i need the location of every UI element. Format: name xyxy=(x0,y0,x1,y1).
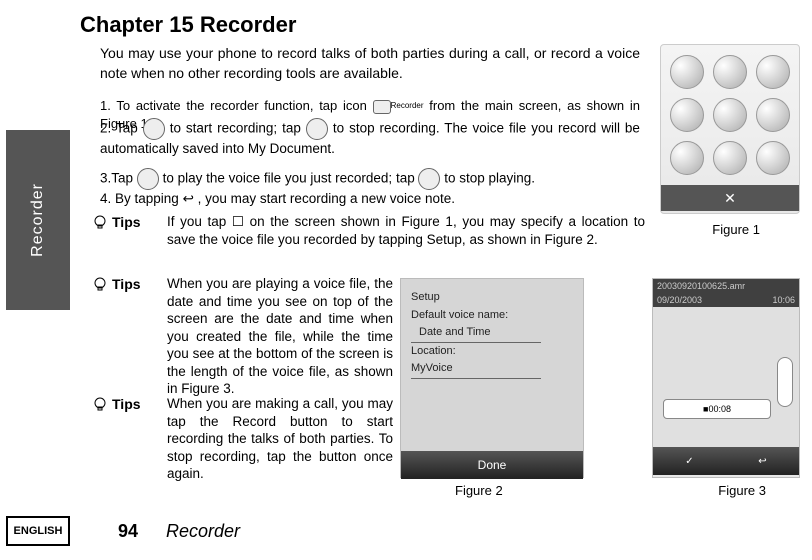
play-icon xyxy=(137,168,159,190)
figure-3-elapsed: ■ 00:08 xyxy=(663,399,771,419)
footer-section-title: Recorder xyxy=(166,521,240,542)
step2-text-b: to start recording; tap xyxy=(170,121,301,136)
tips-label-1: Tips xyxy=(92,213,167,230)
tips-label-3: Tips xyxy=(92,395,167,412)
step3-text-a: 3.Tap xyxy=(100,171,133,186)
location-label: Location: xyxy=(411,343,573,361)
app-icon xyxy=(756,55,790,89)
tips-2: Tips When you are playing a voice file, … xyxy=(92,275,393,398)
date-time-value: Date and Time xyxy=(411,324,541,343)
figure-3: 20030920100625.amr 09/20/2003 10:06 ■ 00… xyxy=(652,278,800,478)
app-icon xyxy=(670,98,704,132)
figure-1-caption: Figure 1 xyxy=(712,222,760,237)
app-icon xyxy=(756,98,790,132)
tips-word-1: Tips xyxy=(112,214,141,230)
step1-text-a: 1. To activate the recorder function, ta… xyxy=(100,98,367,113)
step3-text-c: to stop playing. xyxy=(444,171,535,186)
chapter-title: Chapter 15 Recorder xyxy=(80,12,296,38)
tips-word-2: Tips xyxy=(112,276,141,292)
check-icon[interactable]: ✓ xyxy=(685,456,693,467)
step-2: 2. Tap to start recording; tap to stop r… xyxy=(100,118,640,158)
myvoice-value: MyVoice xyxy=(411,360,541,379)
tips-word-3: Tips xyxy=(112,396,141,412)
figure-2-body: Setup Default voice name: Date and Time … xyxy=(401,279,583,451)
figure-3-filename: 20030920100625.amr xyxy=(653,279,799,293)
app-icon xyxy=(756,141,790,175)
intro-paragraph: You may use your phone to record talks o… xyxy=(100,44,640,83)
close-icon: ✕ xyxy=(724,190,736,207)
setup-label: Setup xyxy=(411,289,573,307)
figure-3-body: ■ 00:08 xyxy=(653,307,799,447)
record-stop-icon xyxy=(306,118,328,140)
tips-label-2: Tips xyxy=(92,275,167,292)
step2-text-a: 2. Tap xyxy=(100,121,138,136)
app-icon xyxy=(713,55,747,89)
back-arrow-icon: ↩ xyxy=(183,191,194,206)
app-icon xyxy=(670,141,704,175)
side-tab: Recorder xyxy=(6,130,70,310)
record-start-icon xyxy=(143,118,165,140)
bulb-icon xyxy=(92,276,108,292)
done-button[interactable]: Done xyxy=(401,451,583,479)
footer-language: ENGLISH xyxy=(6,516,70,546)
figure-3-caption: Figure 3 xyxy=(718,483,766,498)
recorder-app-icon xyxy=(373,100,391,114)
stop-play-icon xyxy=(418,168,440,190)
footer-page-number: 94 xyxy=(118,521,138,542)
figure-3-bottombar: ✓ ↩ xyxy=(653,447,799,475)
default-name-label: Default voice name: xyxy=(411,307,573,325)
figure-3-time: 10:06 xyxy=(772,295,795,305)
figure-1-bottombar: ✕ xyxy=(661,185,799,211)
figure-1: ✕ xyxy=(660,44,800,214)
figure-3-date: 09/20/2003 xyxy=(657,295,702,305)
step4-text-b: , you may start recording a new voice no… xyxy=(198,191,455,206)
step4-text-a: 4. By tapping xyxy=(100,191,179,206)
figure-2-caption: Figure 2 xyxy=(455,483,503,498)
recorder-app-label: Recorder xyxy=(391,101,424,112)
elapsed-time: 00:08 xyxy=(708,404,731,414)
step-3: 3.Tap to play the voice file you just re… xyxy=(100,168,640,190)
bulb-icon xyxy=(92,214,108,230)
step3-text-b: to play the voice file you just recorded… xyxy=(163,171,415,186)
tips-3: Tips When you are making a call, you may… xyxy=(92,395,393,483)
figure-3-datetime: 09/20/2003 10:06 xyxy=(653,293,799,307)
tips-3-text: When you are making a call, you may tap … xyxy=(167,395,393,483)
app-icon xyxy=(713,141,747,175)
figure-3-slider[interactable] xyxy=(777,357,793,407)
tips-1-text: If you tap ☐ on the screen shown in Figu… xyxy=(167,213,645,248)
step-4: 4. By tapping ↩ , you may start recordin… xyxy=(100,190,640,208)
figure-2: Setup Default voice name: Date and Time … xyxy=(400,278,584,478)
tips-2-text: When you are playing a voice file, the d… xyxy=(167,275,393,398)
figure-1-app-grid xyxy=(661,45,799,185)
app-icon xyxy=(670,55,704,89)
app-icon xyxy=(713,98,747,132)
tips-1: Tips If you tap ☐ on the screen shown in… xyxy=(92,213,645,248)
back-icon[interactable]: ↩ xyxy=(758,456,766,467)
bulb-icon xyxy=(92,396,108,412)
side-tab-label: Recorder xyxy=(29,183,47,257)
